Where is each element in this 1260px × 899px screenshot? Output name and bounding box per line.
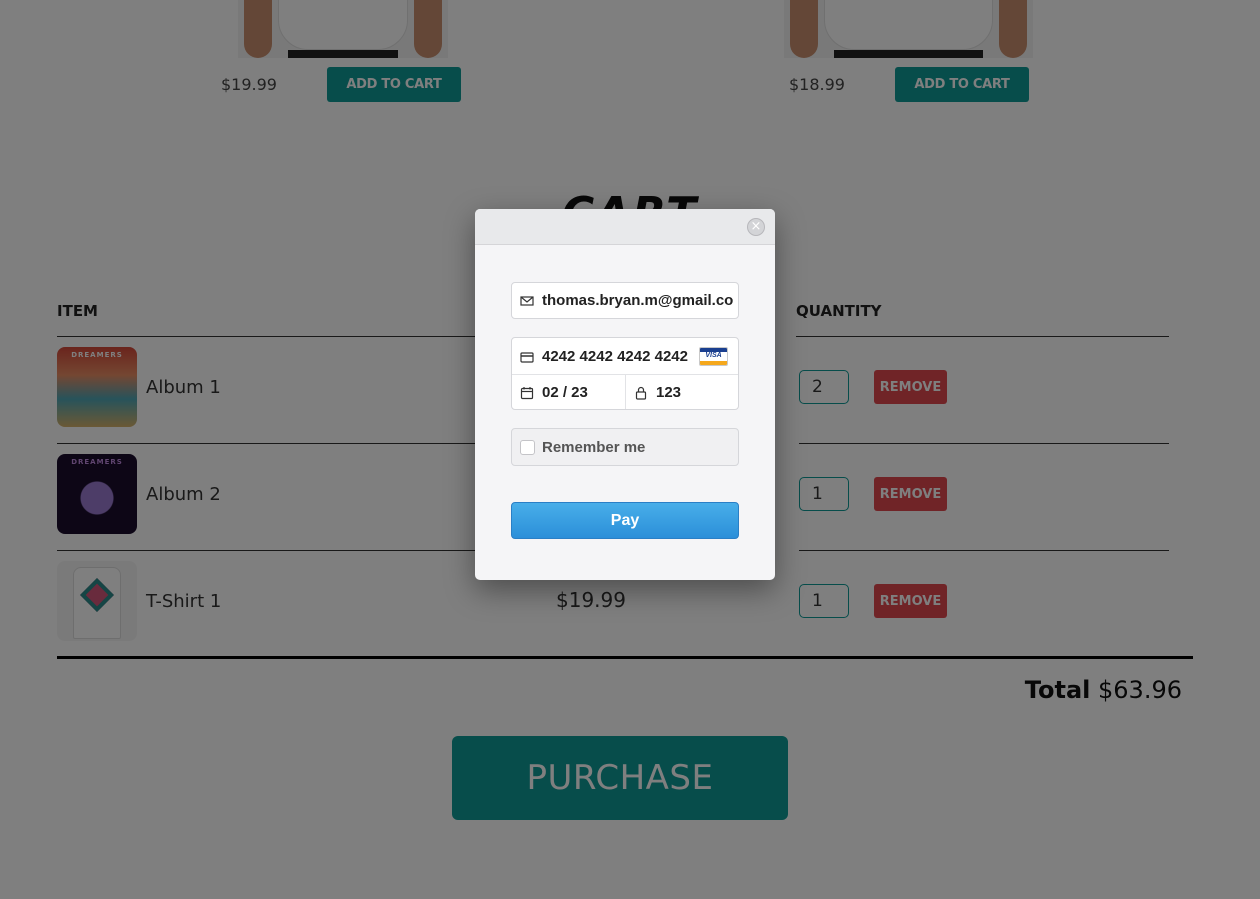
- checkout-modal: × thomas.bryan.m@gmail.co 4242 4242 4242…: [475, 209, 775, 580]
- remember-me-label: Remember me: [542, 438, 646, 456]
- email-field[interactable]: thomas.bryan.m@gmail.co: [511, 282, 739, 319]
- email-value: thomas.bryan.m@gmail.co: [542, 292, 734, 309]
- remember-me-checkbox[interactable]: [520, 439, 535, 455]
- expiry-field[interactable]: 02 / 23: [520, 384, 588, 401]
- cvc-value: 123: [656, 384, 682, 401]
- card-brand-label: VISA: [705, 352, 722, 359]
- modal-header: ×: [475, 209, 775, 245]
- expiry-value: 02 / 23: [542, 384, 588, 401]
- pay-button[interactable]: Pay: [511, 502, 739, 539]
- credit-card-icon: [520, 350, 534, 364]
- visa-card-icon: VISA: [699, 347, 728, 366]
- envelope-icon: [520, 294, 534, 308]
- cvc-field[interactable]: 123: [634, 384, 681, 401]
- calendar-icon: [520, 386, 534, 400]
- card-details-group: 4242 4242 4242 4242 VISA 02 / 23 123: [511, 337, 739, 410]
- lock-icon: [634, 386, 648, 400]
- store-page: $19.99 ADD TO CART $18.99 ADD TO CART CA…: [0, 0, 1260, 899]
- card-number-field[interactable]: 4242 4242 4242 4242: [520, 348, 688, 365]
- remember-me-option[interactable]: Remember me: [511, 428, 739, 466]
- close-icon[interactable]: ×: [747, 218, 765, 236]
- card-number-value: 4242 4242 4242 4242: [542, 348, 688, 365]
